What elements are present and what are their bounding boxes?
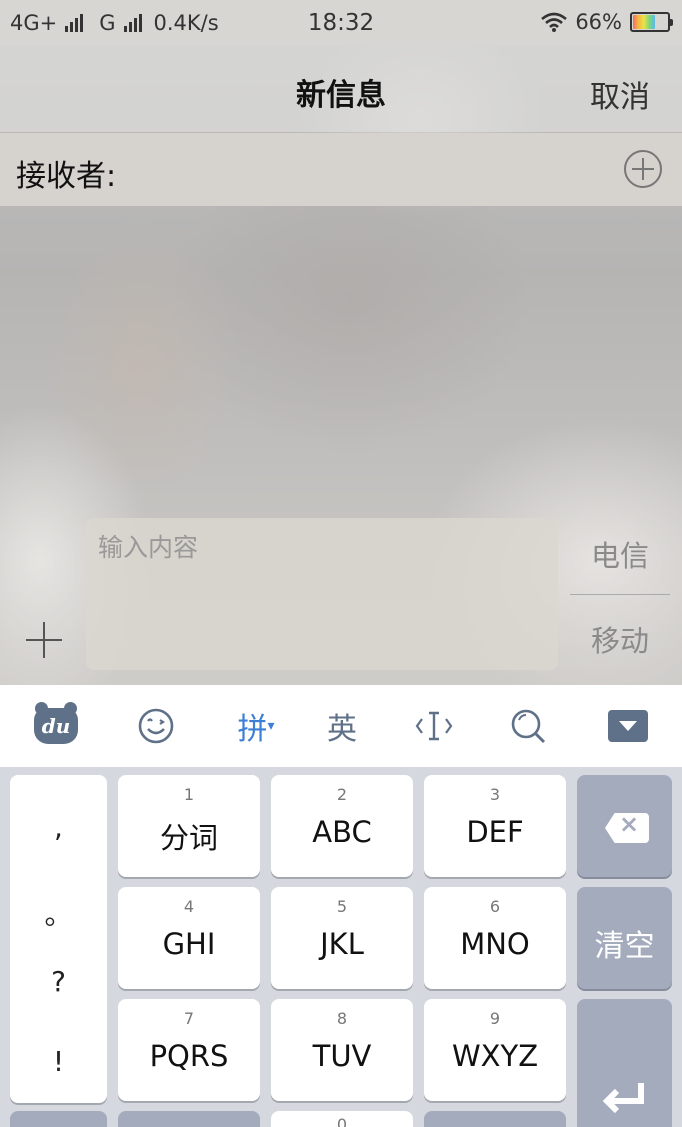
search-icon [511, 709, 546, 744]
cursor-icon [415, 711, 453, 741]
page-title: 新信息 [296, 78, 386, 113]
battery-icon [630, 12, 673, 32]
key-number: 9 [489, 1009, 501, 1028]
keyboard: , 。 ? ! 1 分词 2 ABC 3 DEF × 4 GHI 5 JKL 6… [0, 767, 682, 1127]
punct-exclaim[interactable]: ! [10, 1045, 107, 1078]
baidu-logo-button[interactable]: du [32, 685, 80, 767]
wifi-icon [541, 12, 568, 32]
sim-option-mobile[interactable]: 移动 [570, 618, 670, 660]
cursor-button[interactable] [412, 685, 456, 767]
key-label: DEF [466, 815, 524, 849]
sim-divider [570, 594, 670, 595]
key-label: ABC [312, 815, 372, 849]
key-8[interactable]: 8 TUV [271, 999, 413, 1101]
key-label: JKL [320, 927, 364, 961]
recipient-label: 接收者: [16, 159, 117, 194]
nav-bar: 新信息 取消 [0, 46, 682, 132]
sim-option-telecom[interactable]: 电信 [570, 533, 670, 575]
backspace-x-icon: × [619, 810, 640, 838]
number-key[interactable] [118, 1111, 260, 1127]
clear-label: 清空 [594, 929, 655, 964]
key-label: WXYZ [451, 1039, 539, 1073]
key-9[interactable]: 9 WXYZ [424, 999, 566, 1101]
symbol-key[interactable] [10, 1111, 107, 1127]
recipient-row[interactable]: 接收者: [0, 133, 682, 206]
pinyin-label: 拼 [237, 712, 268, 747]
battery-fill [633, 15, 656, 29]
punctuation-column[interactable]: , 。 ? ! [10, 775, 107, 1103]
key-number: 5 [336, 897, 348, 916]
add-recipient-icon[interactable] [624, 150, 662, 188]
key-number: 1 [183, 785, 195, 804]
collapse-keyboard-icon [608, 710, 648, 742]
english-mode-button[interactable]: 英 [320, 685, 364, 767]
status-right: 66% [541, 10, 673, 34]
enter-icon [603, 1083, 644, 1114]
search-button[interactable] [506, 685, 550, 767]
key-number: 6 [489, 897, 501, 916]
key-label: GHI [162, 927, 216, 961]
attach-plus-icon[interactable] [26, 622, 62, 658]
collapse-keyboard-button[interactable] [606, 685, 650, 767]
key-label: TUV [312, 1039, 372, 1073]
key-6[interactable]: 6 MNO [424, 887, 566, 989]
key-number: 7 [183, 1009, 195, 1028]
status-bar: 4G+ G 0.4K/s 18:32 66% [0, 0, 682, 46]
space-key[interactable] [424, 1111, 566, 1127]
punct-period[interactable]: 。 [10, 893, 107, 933]
key-label: MNO [460, 927, 530, 961]
key-label: PQRS [149, 1039, 229, 1073]
key-7[interactable]: 7 PQRS [118, 999, 260, 1101]
key-5[interactable]: 5 JKL [271, 887, 413, 989]
delete-button[interactable]: × [577, 775, 672, 877]
emoji-icon [138, 708, 174, 744]
dropdown-caret-icon: ▾ [267, 718, 275, 734]
key-number: 4 [183, 897, 195, 916]
key-2[interactable]: 2 ABC [271, 775, 413, 877]
emoji-button[interactable] [134, 685, 178, 767]
key-number: 2 [336, 785, 348, 804]
baidu-logo-icon: du [34, 702, 78, 744]
enter-button[interactable] [577, 999, 672, 1127]
key-number: 8 [336, 1009, 348, 1028]
battery-percent: 66% [575, 10, 622, 34]
key-0[interactable]: 0 [271, 1111, 413, 1127]
cancel-button[interactable]: 取消 [590, 72, 650, 116]
key-4[interactable]: 4 GHI [118, 887, 260, 989]
key-3[interactable]: 3 DEF [424, 775, 566, 877]
pinyin-mode-button[interactable]: 拼 ▾ [228, 685, 284, 767]
keyboard-toolbar: du 拼 ▾ 英 [0, 685, 682, 767]
clear-button[interactable]: 清空 [577, 887, 672, 989]
punct-question[interactable]: ? [10, 965, 107, 998]
key-1[interactable]: 1 分词 [118, 775, 260, 877]
message-input[interactable] [86, 518, 558, 670]
key-label: 分词 [159, 821, 218, 855]
key-number: 3 [489, 785, 501, 804]
key-number: 0 [336, 1115, 348, 1127]
punct-comma[interactable]: , [10, 811, 107, 844]
